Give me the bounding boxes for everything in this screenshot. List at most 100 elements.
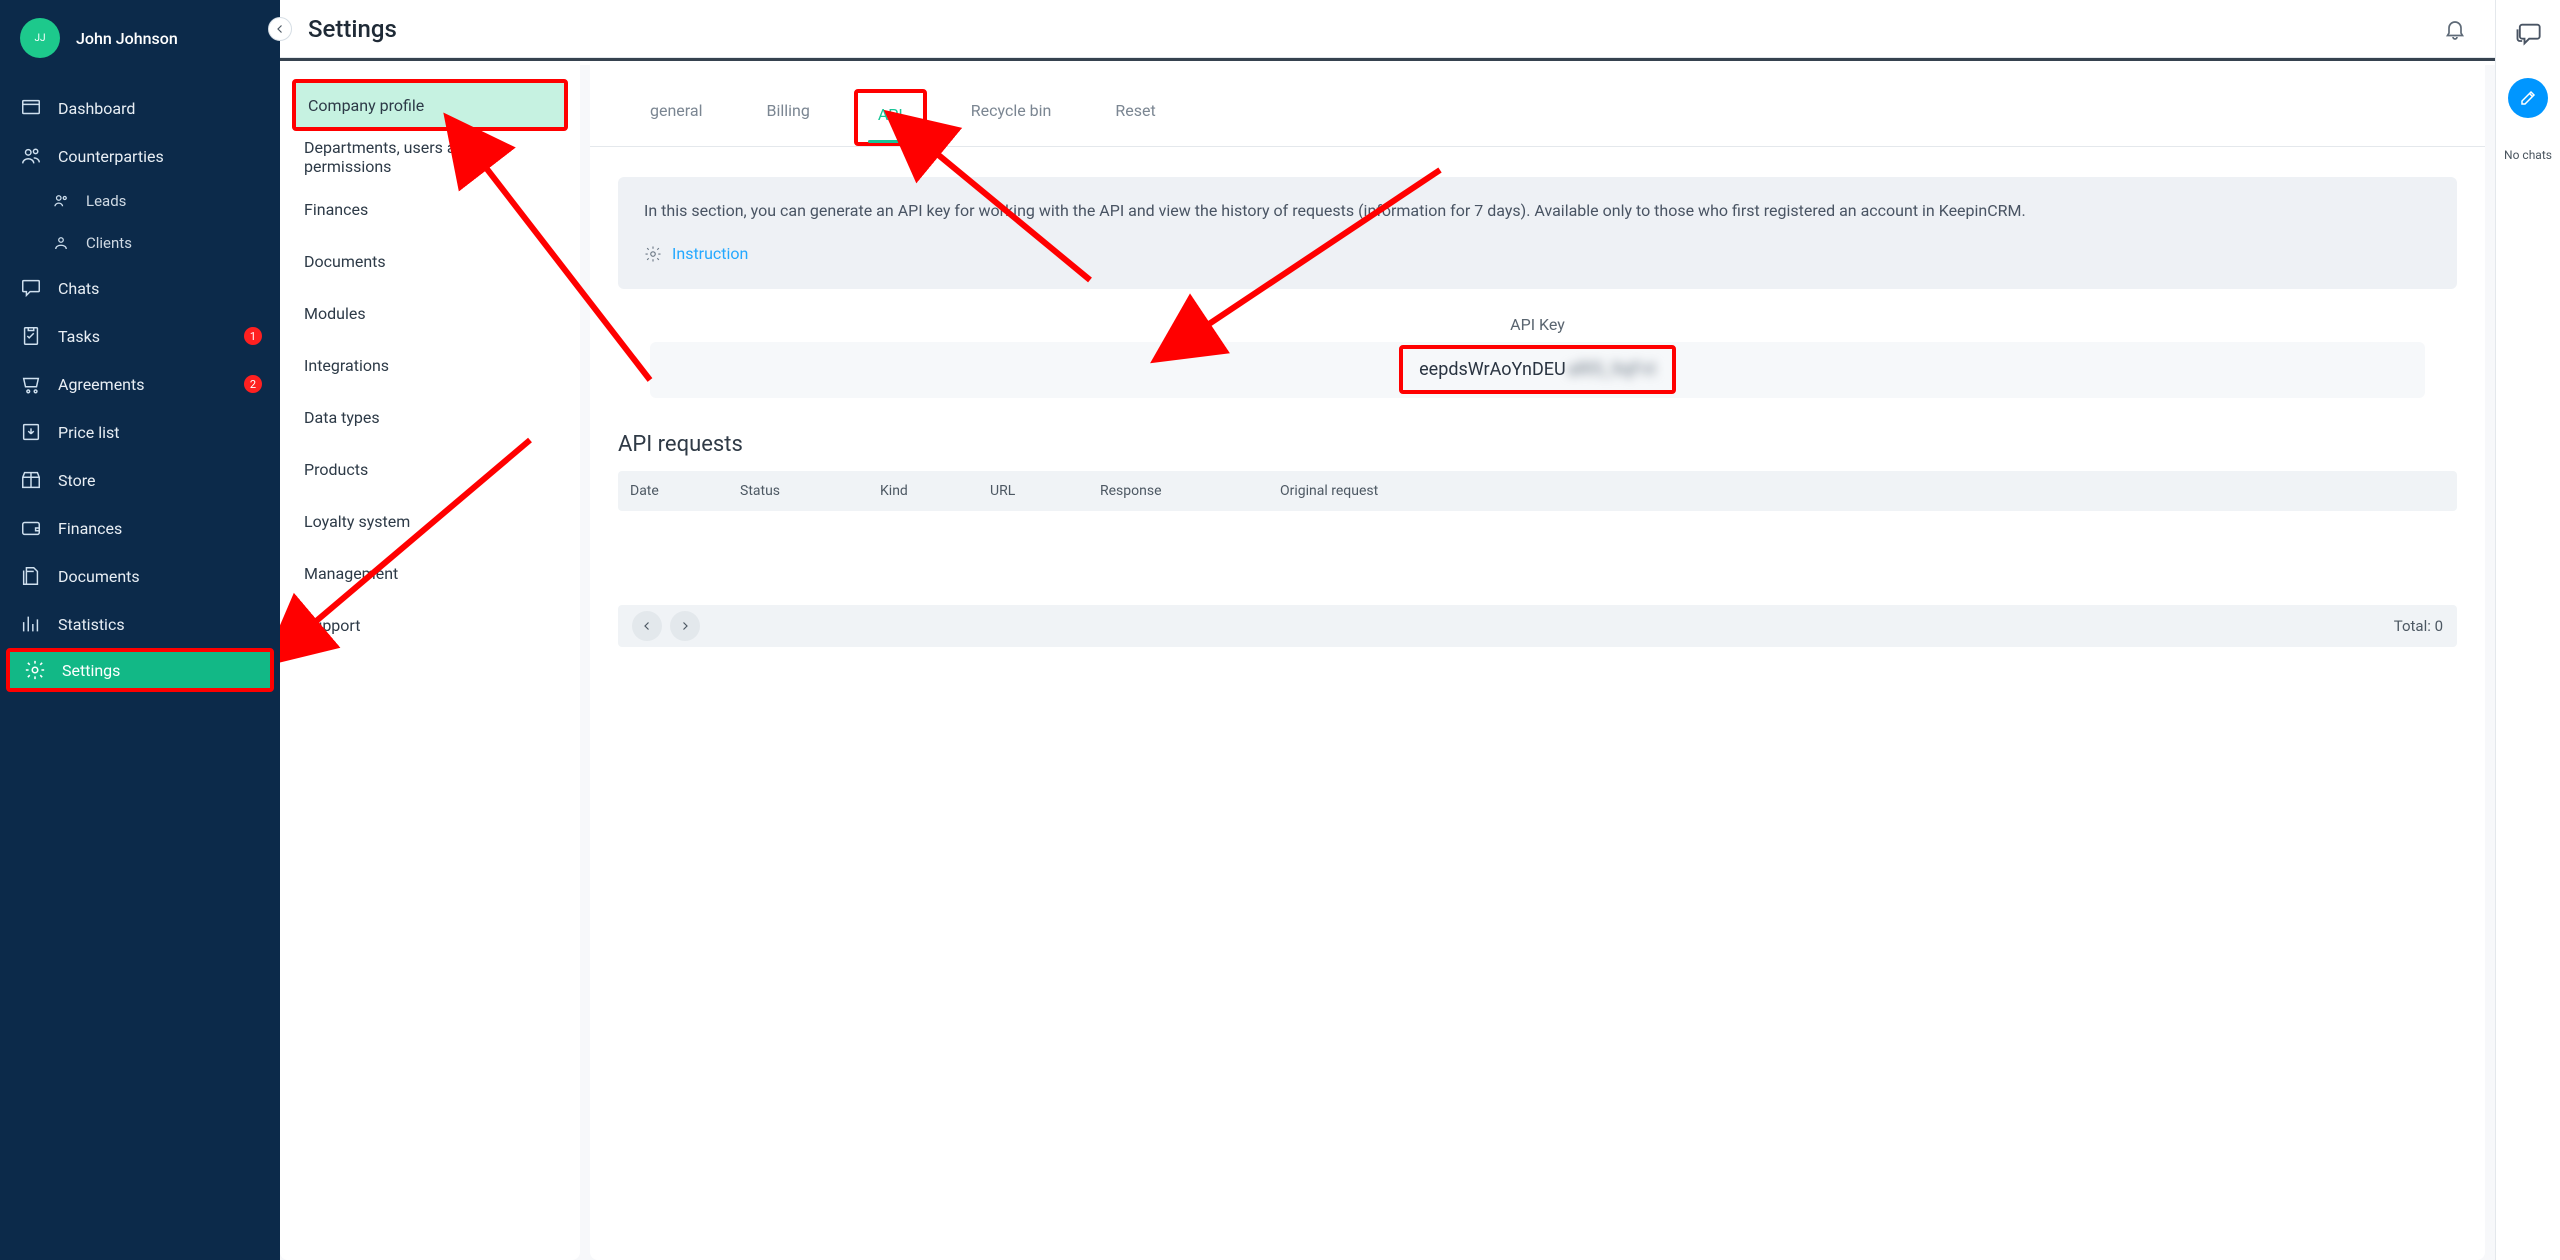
tab-label: Reset: [1115, 101, 1155, 120]
settings-nav-data-types[interactable]: Data types: [292, 391, 568, 443]
sidebar-item-label: Documents: [58, 567, 140, 586]
sidebar-item-counterparties[interactable]: Counterparties: [0, 132, 280, 180]
user-row[interactable]: JJ John Johnson: [0, 0, 280, 84]
dashboard-icon: [20, 97, 42, 119]
sidebar-item-store[interactable]: Store: [0, 456, 280, 504]
settings-nav-modules[interactable]: Modules: [292, 287, 568, 339]
sidebar-item-label: Finances: [58, 519, 122, 538]
tab-label: Billing: [767, 101, 810, 120]
sidebar-item-settings[interactable]: Settings: [6, 648, 274, 692]
left-sidebar: JJ John Johnson Dashboard Counterparties…: [0, 0, 280, 1260]
table-footer: Total: 0: [618, 605, 2457, 647]
gear-outline-icon: [644, 245, 662, 263]
sidebar-item-dashboard[interactable]: Dashboard: [0, 84, 280, 132]
sidebar-item-label: Statistics: [58, 615, 125, 634]
sidebar-item-agreements[interactable]: Agreements2: [0, 360, 280, 408]
sidebar-item-label: Leads: [86, 192, 126, 210]
settings-nav-label: Data types: [304, 408, 380, 427]
avatar: JJ: [20, 18, 60, 58]
settings-nav-management[interactable]: Management: [292, 547, 568, 599]
sidebar-item-statistics[interactable]: Statistics: [0, 600, 280, 648]
settings-nav-support[interactable]: Support: [292, 599, 568, 651]
sidebar-item-label: Clients: [86, 234, 132, 252]
user-name: John Johnson: [76, 29, 178, 48]
api-info-text: In this section, you can generate an API…: [644, 199, 2431, 224]
settings-nav-documents[interactable]: Documents: [292, 235, 568, 287]
chat-icon: [20, 277, 42, 299]
pager-prev-button[interactable]: [632, 611, 662, 641]
sidebar-item-pricelist[interactable]: Price list: [0, 408, 280, 456]
store-icon: [20, 469, 42, 491]
documents-icon: [20, 565, 42, 587]
settings-nav-label: Modules: [304, 304, 366, 323]
sidebar-item-label: Settings: [62, 661, 120, 680]
agreements-badge: 2: [244, 375, 262, 393]
settings-nav-departments[interactable]: Departments, users and permissions: [292, 131, 568, 183]
settings-nav-label: Support: [304, 616, 360, 635]
api-info-panel: In this section, you can generate an API…: [618, 177, 2457, 289]
download-icon: [20, 421, 42, 443]
sidebar-item-finances[interactable]: Finances: [0, 504, 280, 552]
leads-icon: [52, 192, 70, 210]
col-kind: Kind: [868, 483, 978, 499]
settings-nav-label: Products: [304, 460, 368, 479]
tab-label: Recycle bin: [971, 101, 1052, 120]
pager-next-button[interactable]: [670, 611, 700, 641]
tab-general[interactable]: general: [630, 89, 723, 146]
col-response: Response: [1088, 483, 1268, 499]
people-icon: [20, 145, 42, 167]
settings-nav-label: Company profile: [308, 96, 424, 115]
gear-icon: [24, 659, 46, 681]
settings-main-panel: general Billing API Recycle bin Reset In…: [590, 65, 2485, 1260]
sidebar-item-label: Chats: [58, 279, 99, 298]
sidebar-item-tasks[interactable]: Tasks 1: [0, 312, 280, 360]
cart-icon: [20, 373, 42, 395]
tab-bar: general Billing API Recycle bin Reset: [590, 65, 2485, 147]
tab-reset[interactable]: Reset: [1095, 89, 1175, 146]
api-key-hidden: aRl5_9qFvt: [1568, 359, 1656, 380]
col-original-request: Original request: [1268, 483, 2457, 499]
api-key-label: API Key: [590, 315, 2485, 334]
settings-nav-finances[interactable]: Finances: [292, 183, 568, 235]
tab-api[interactable]: API: [854, 89, 927, 146]
clients-icon: [52, 234, 70, 252]
settings-nav-label: Departments, users and permissions: [304, 138, 556, 176]
tasks-badge: 1: [244, 327, 262, 345]
tab-label: API: [878, 105, 903, 124]
sidebar-item-clients[interactable]: Clients: [0, 222, 280, 264]
col-url: URL: [978, 483, 1088, 499]
sidebar-item-label: Price list: [58, 423, 120, 442]
col-status: Status: [728, 483, 868, 499]
notifications-button[interactable]: [2443, 17, 2467, 41]
sidebar-item-documents[interactable]: Documents: [0, 552, 280, 600]
tasks-icon: [20, 325, 42, 347]
avatar-initials: JJ: [34, 33, 45, 44]
api-key-visible: eepdsWrAoYnDEU: [1419, 359, 1566, 380]
settings-nav-loyalty[interactable]: Loyalty system: [292, 495, 568, 547]
chat-bubble-icon[interactable]: [2514, 20, 2542, 48]
sidebar-item-label: Counterparties: [58, 147, 164, 166]
table-header: Date Status Kind URL Response Original r…: [618, 471, 2457, 511]
back-button[interactable]: [268, 17, 292, 41]
sidebar-item-chats[interactable]: Chats: [0, 264, 280, 312]
sidebar-item-leads[interactable]: Leads: [0, 180, 280, 222]
tab-recycle-bin[interactable]: Recycle bin: [951, 89, 1072, 146]
api-requests-table: Date Status Kind URL Response Original r…: [618, 471, 2457, 511]
settings-nav-label: Documents: [304, 252, 386, 271]
instruction-link[interactable]: Instruction: [672, 242, 748, 267]
right-rail: No chats: [2495, 0, 2560, 1260]
stats-icon: [20, 613, 42, 635]
settings-nav-products[interactable]: Products: [292, 443, 568, 495]
tab-billing[interactable]: Billing: [747, 89, 830, 146]
api-requests-title: API requests: [618, 432, 2457, 457]
settings-side-nav: Company profile Departments, users and p…: [280, 65, 580, 1260]
sidebar-item-label: Store: [58, 471, 95, 490]
settings-nav-label: Finances: [304, 200, 368, 219]
settings-nav-label: Management: [304, 564, 398, 583]
settings-nav-company-profile[interactable]: Company profile: [292, 79, 568, 131]
header-separator: [280, 58, 2495, 61]
settings-nav-integrations[interactable]: Integrations: [292, 339, 568, 391]
api-key-box[interactable]: eepdsWrAoYnDEUaRl5_9qFvt: [650, 342, 2425, 398]
sidebar-item-label: Tasks: [58, 327, 100, 346]
compose-button[interactable]: [2508, 78, 2548, 118]
